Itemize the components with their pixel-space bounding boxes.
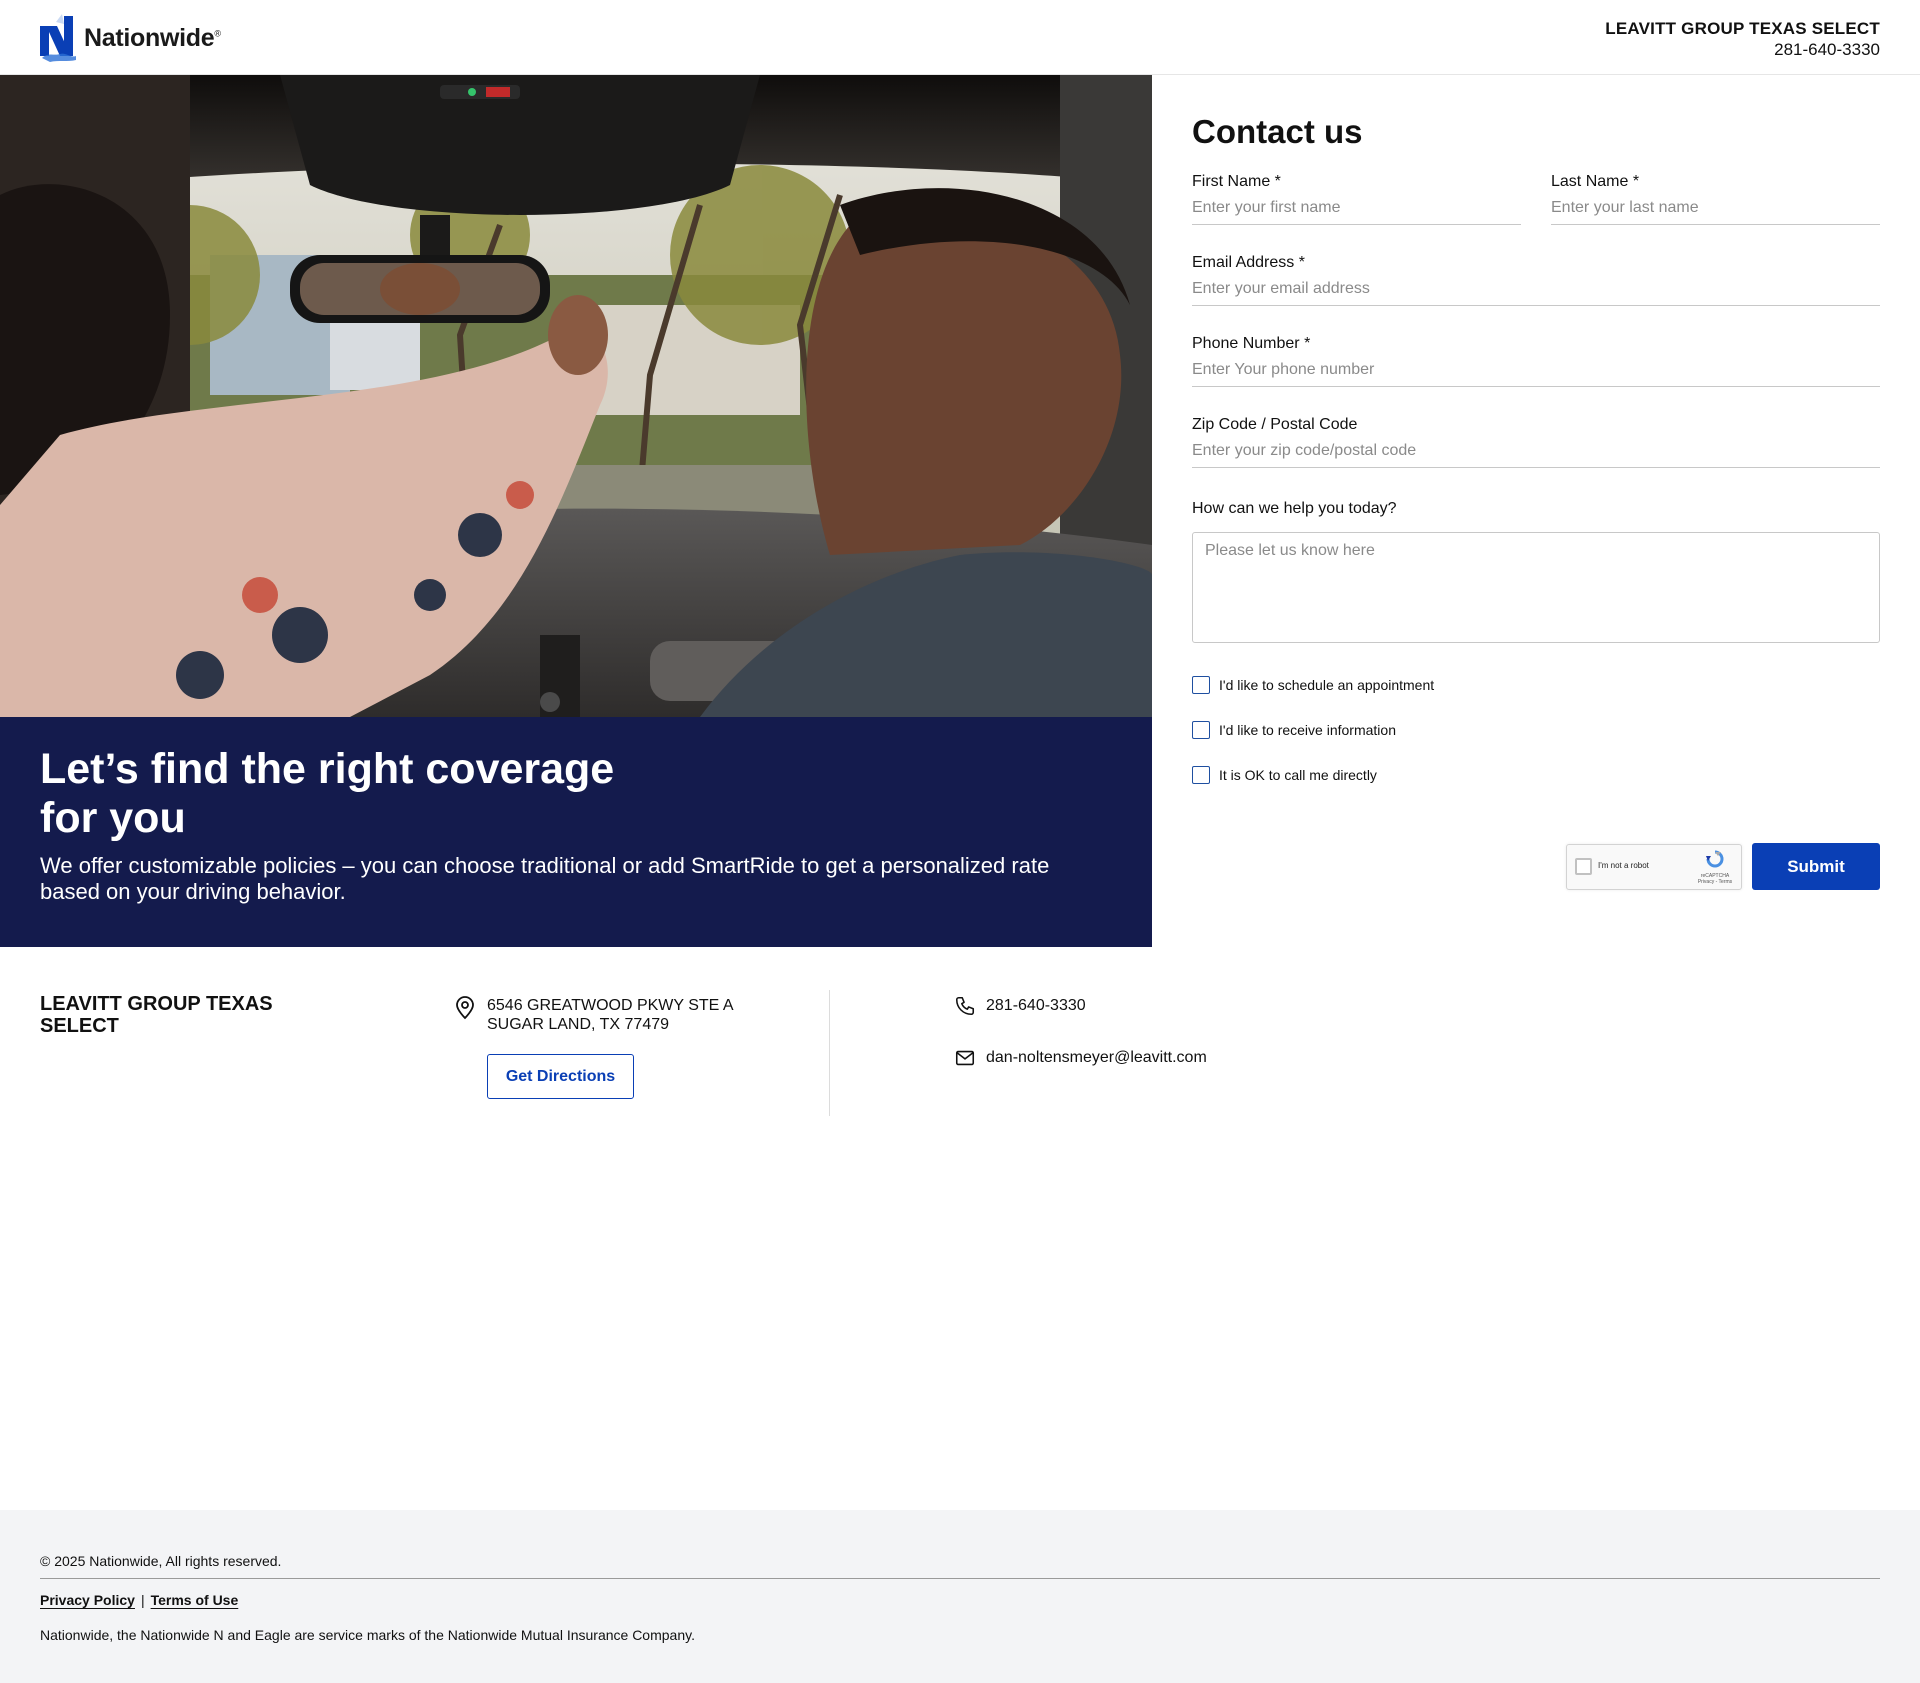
nationwide-eagle-logo-icon: [40, 14, 76, 62]
phone-field-group: Phone Number *: [1192, 335, 1880, 387]
header-agency-info: LEAVITT GROUP TEXAS SELECT 281-640-3330: [1605, 19, 1880, 60]
phone-icon: [955, 996, 975, 1016]
header-phone[interactable]: 281-640-3330: [1605, 40, 1880, 60]
hero-title: Let’s find the right coverage for you: [40, 745, 615, 842]
submit-row: I'm not a robot reCAPTCHA Privacy - Term…: [1192, 843, 1880, 891]
agency-phone[interactable]: 281-640-3330: [986, 997, 1086, 1015]
email-field-group: Email Address *: [1192, 254, 1880, 306]
recaptcha-checkbox[interactable]: [1575, 858, 1592, 875]
privacy-policy-link[interactable]: Privacy Policy: [40, 1592, 135, 1608]
phone-label: Phone Number *: [1192, 335, 1311, 352]
hero-banner: Let’s find the right coverage for you We…: [0, 717, 1152, 947]
recaptcha-icon: [1706, 850, 1724, 868]
appointment-checkbox[interactable]: [1192, 675, 1210, 694]
help-label: How can we help you today?: [1192, 500, 1397, 517]
mail-icon: [955, 1050, 975, 1066]
footer-divider: [40, 1578, 1880, 1579]
agency-email-line[interactable]: dan-noltensmeyer@leavitt.com: [954, 1047, 1207, 1069]
help-textarea[interactable]: [1192, 532, 1880, 643]
appointment-checkbox-row[interactable]: I'd like to schedule an appointment: [1192, 675, 1880, 694]
agency-name: LEAVITT GROUP TEXAS SELECT: [40, 993, 273, 1037]
first-name-input[interactable]: [1192, 191, 1521, 225]
call-directly-checkbox-row[interactable]: It is OK to call me directly: [1192, 765, 1880, 784]
address-line-2: SUGAR LAND, TX 77479: [487, 1016, 670, 1033]
first-name-field-group: First Name *: [1192, 173, 1521, 225]
copyright: © 2025 Nationwide, All rights reserved.: [40, 1553, 282, 1569]
logo-wordmark: Nationwide®: [84, 23, 221, 52]
submit-button[interactable]: Submit: [1752, 843, 1880, 890]
hero-image: [0, 75, 1152, 717]
agency-phone-line[interactable]: 281-640-3330: [954, 995, 1086, 1017]
appointment-checkbox-label[interactable]: I'd like to schedule an appointment: [1219, 677, 1434, 693]
recaptcha-links[interactable]: Privacy - Terms: [1695, 879, 1735, 885]
header-agency-name: LEAVITT GROUP TEXAS SELECT: [1605, 19, 1880, 38]
nationwide-logo[interactable]: Nationwide®: [40, 12, 221, 64]
zip-field-group: Zip Code / Postal Code: [1192, 416, 1880, 468]
site-footer: © 2025 Nationwide, All rights reserved. …: [0, 1510, 1920, 1683]
address-line-1: 6546 GREATWOOD PKWY STE A: [487, 997, 734, 1014]
contact-title: Contact us: [1192, 113, 1363, 150]
phone-input[interactable]: [1192, 353, 1880, 387]
agency-email[interactable]: dan-noltensmeyer@leavitt.com: [986, 1049, 1207, 1067]
last-name-input[interactable]: [1551, 191, 1880, 225]
email-label: Email Address *: [1192, 254, 1305, 271]
last-name-field-group: Last Name *: [1551, 173, 1880, 225]
information-checkbox-row[interactable]: I'd like to receive information: [1192, 720, 1880, 739]
hero-subtitle: We offer customizable policies – you can…: [40, 853, 1050, 904]
information-checkbox[interactable]: [1192, 720, 1210, 739]
zip-input[interactable]: [1192, 434, 1880, 468]
first-name-label: First Name *: [1192, 173, 1281, 190]
get-directions-button[interactable]: Get Directions: [487, 1054, 634, 1099]
checkbox-group: I'd like to schedule an appointment I'd …: [1192, 675, 1880, 784]
contact-form: Contact us First Name * Last Name * Emai…: [1192, 75, 1880, 890]
footer-link-separator: |: [140, 1592, 145, 1608]
recaptcha-label: I'm not a robot: [1598, 861, 1649, 870]
site-header: Nationwide® LEAVITT GROUP TEXAS SELECT 2…: [0, 0, 1920, 75]
address-text: 6546 GREATWOOD PKWY STE A SUGAR LAND, TX…: [487, 996, 767, 1034]
recaptcha-logo: reCAPTCHA Privacy - Terms: [1695, 850, 1735, 885]
email-input[interactable]: [1192, 272, 1880, 306]
recaptcha-widget: I'm not a robot reCAPTCHA Privacy - Term…: [1566, 844, 1742, 890]
info-divider: [829, 990, 830, 1116]
zip-label: Zip Code / Postal Code: [1192, 416, 1358, 433]
terms-of-use-link[interactable]: Terms of Use: [151, 1592, 239, 1608]
call-directly-checkbox[interactable]: [1192, 765, 1210, 784]
call-directly-checkbox-label[interactable]: It is OK to call me directly: [1219, 767, 1377, 783]
information-checkbox-label[interactable]: I'd like to receive information: [1219, 722, 1396, 738]
footer-disclaimer: Nationwide, the Nationwide N and Eagle a…: [40, 1627, 695, 1643]
location-pin-icon: [456, 996, 474, 1020]
footer-links: Privacy Policy | Terms of Use: [40, 1592, 238, 1608]
last-name-label: Last Name *: [1551, 173, 1640, 190]
